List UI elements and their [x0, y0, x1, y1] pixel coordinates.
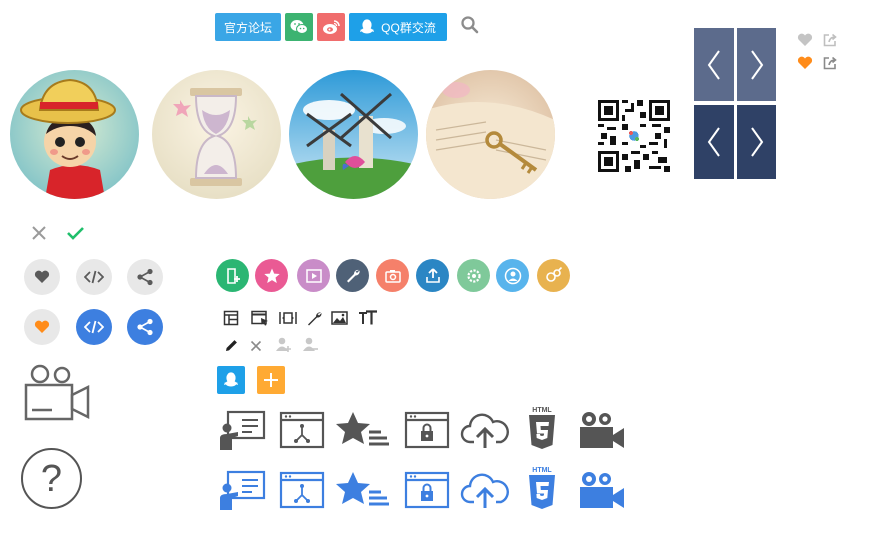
presentation-icon[interactable] [217, 409, 267, 451]
weibo-icon [323, 20, 340, 34]
share-out-icon[interactable] [823, 56, 838, 70]
upload-icon[interactable] [416, 259, 449, 292]
cloud-upload-icon[interactable] [460, 469, 510, 511]
html5-icon[interactable]: HTML [520, 405, 564, 451]
wechat-button[interactable] [285, 13, 313, 41]
prev-arrow-button-light[interactable] [694, 28, 734, 101]
fit-width-icon[interactable] [279, 309, 297, 327]
embed-code-button-active[interactable] [76, 309, 112, 345]
starred-list-icon[interactable] [335, 469, 391, 511]
search-icon[interactable] [460, 15, 480, 35]
windmill-avatar [289, 70, 418, 199]
close-icon[interactable] [30, 224, 48, 242]
wechat-icon [290, 20, 308, 34]
luffy-avatar [10, 70, 139, 199]
video-camera-outline-icon[interactable] [22, 363, 92, 423]
forum-label: 官方论坛 [223, 20, 272, 35]
add-bookmark-icon[interactable] [216, 259, 249, 292]
starred-list-icon[interactable] [335, 409, 391, 451]
image-icon[interactable] [330, 309, 348, 327]
secure-window-icon[interactable] [402, 469, 452, 511]
presentation-icon[interactable] [217, 469, 267, 511]
qq-square-button[interactable] [217, 366, 245, 394]
camera-icon[interactable] [376, 259, 409, 292]
chevron-right-icon [750, 49, 763, 80]
svg-text:HTML: HTML [532, 467, 552, 474]
sitemap-window-icon[interactable] [277, 409, 327, 451]
chevron-left-icon [707, 127, 720, 157]
share-out-icon[interactable] [823, 33, 838, 47]
heart-icon [34, 320, 50, 333]
share-button-active[interactable] [127, 309, 163, 345]
plus-icon [264, 373, 278, 387]
qq-group-button[interactable]: QQ群交流 [349, 13, 447, 41]
video-camera-icon[interactable] [577, 469, 627, 511]
secure-window-icon[interactable] [402, 409, 452, 451]
wrench-icon[interactable] [305, 309, 323, 327]
next-arrow-button-dark[interactable] [737, 105, 776, 179]
heart-icon [34, 270, 50, 283]
code-icon [84, 270, 104, 284]
code-icon [84, 320, 104, 334]
hourglass-avatar [152, 70, 281, 199]
book-key-avatar [426, 70, 555, 199]
qr-code [598, 100, 670, 172]
text-size-icon[interactable] [358, 309, 378, 327]
check-icon[interactable] [66, 225, 85, 241]
chevron-left-icon [707, 49, 720, 80]
forum-button[interactable]: 官方论坛 [215, 13, 281, 41]
chevron-right-icon [750, 127, 763, 157]
video-icon[interactable] [297, 259, 330, 292]
help-icon: ? [40, 457, 63, 500]
svg-text:HTML: HTML [532, 407, 552, 414]
cloud-upload-icon[interactable] [460, 409, 510, 451]
wrench-icon[interactable] [336, 259, 369, 292]
window-pointer-icon[interactable] [251, 309, 269, 327]
heart-icon[interactable] [797, 56, 813, 70]
share-button[interactable] [127, 259, 163, 295]
qq-icon [360, 19, 375, 34]
pencil-icon[interactable] [222, 336, 240, 354]
html5-icon[interactable]: HTML [520, 465, 564, 511]
remove-user-icon[interactable] [301, 335, 319, 353]
sitemap-window-icon[interactable] [277, 469, 327, 511]
qq-icon [224, 372, 238, 387]
like-button[interactable] [24, 259, 60, 295]
help-button[interactable]: ? [21, 448, 82, 509]
star-icon[interactable] [255, 259, 288, 292]
video-camera-icon[interactable] [577, 409, 627, 451]
add-user-icon[interactable] [274, 335, 292, 353]
like-button-active[interactable] [24, 309, 60, 345]
share-icon [137, 318, 153, 336]
qq-group-label: QQ群交流 [381, 20, 436, 35]
share-icon [137, 268, 153, 286]
users-icon[interactable] [537, 259, 570, 292]
next-arrow-button-light[interactable] [737, 28, 776, 101]
settings-icon[interactable] [457, 259, 490, 292]
user-icon[interactable] [496, 259, 529, 292]
heart-icon[interactable] [797, 33, 813, 47]
prev-arrow-button-dark[interactable] [694, 105, 734, 179]
layout-icon[interactable] [222, 309, 240, 327]
embed-code-button[interactable] [76, 259, 112, 295]
close-icon[interactable] [247, 337, 265, 355]
weibo-button[interactable] [317, 13, 345, 41]
add-square-button[interactable] [257, 366, 285, 394]
